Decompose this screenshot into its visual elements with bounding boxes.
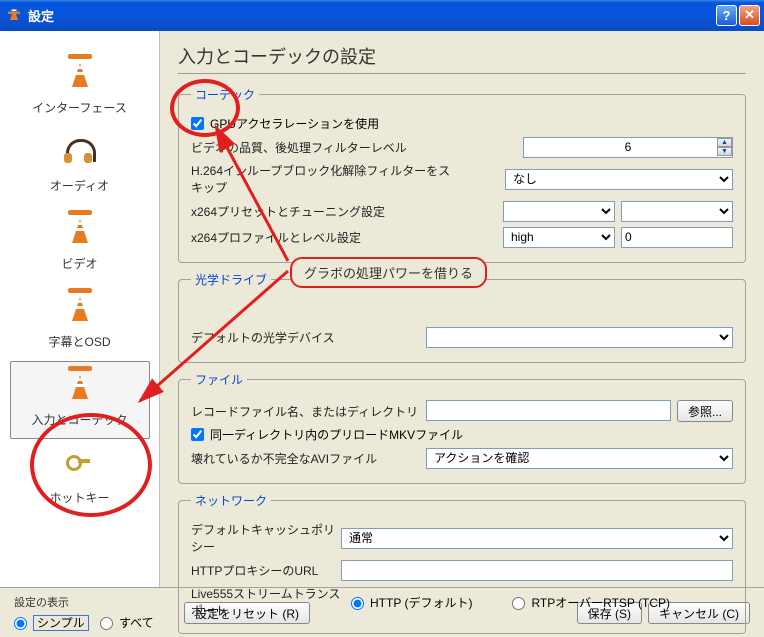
optical-fieldset: 光学ドライブ デフォルトの光学デバイス bbox=[178, 271, 746, 363]
sidebar-item-label: インターフェース bbox=[32, 99, 127, 116]
all-radio[interactable] bbox=[100, 617, 113, 630]
sidebar-item-video[interactable]: ビデオ bbox=[10, 205, 150, 283]
preload-mkv-label: 同一ディレクトリ内のプリロードMKVファイル bbox=[210, 426, 463, 443]
all-radio-label[interactable]: すべて bbox=[100, 616, 154, 630]
sidebar-item-hotkeys[interactable]: ホットキー bbox=[10, 439, 150, 517]
sidebar-item-audio[interactable]: オーディオ bbox=[10, 127, 150, 205]
optical-legend: 光学ドライブ bbox=[191, 271, 271, 288]
sidebar-item-label: 字幕とOSD bbox=[48, 333, 110, 350]
sidebar-item-label: オーディオ bbox=[50, 177, 109, 194]
video-icon bbox=[64, 217, 96, 249]
proxy-label: HTTPプロキシーのURL bbox=[191, 562, 341, 579]
codec-fieldset: コーデック GPUアクセラレーションを使用 ビデオの品質、後処理フィルターレベル… bbox=[178, 86, 746, 263]
main-panel: 入力とコーデックの設定 コーデック GPUアクセラレーションを使用 ビデオの品質… bbox=[160, 31, 764, 587]
close-button[interactable]: ✕ bbox=[739, 5, 760, 26]
proxy-input[interactable] bbox=[341, 560, 733, 581]
broken-avi-select[interactable]: アクションを確認 bbox=[426, 448, 733, 469]
sidebar: インターフェース オーディオ ビデオ 字幕とOSD 入力とコーデック ホットキー bbox=[0, 31, 160, 587]
h264-label: H.264インループブロック化解除フィルターをスキップ bbox=[191, 162, 451, 196]
sidebar-item-input-codecs[interactable]: 入力とコーデック bbox=[10, 361, 150, 439]
network-fieldset: ネットワーク デフォルトキャッシュポリシー 通常 HTTPプロキシーのURL L… bbox=[178, 492, 746, 634]
http-radio-label[interactable]: HTTP (デフォルト) bbox=[351, 594, 472, 611]
quality-input[interactable] bbox=[523, 137, 733, 158]
audio-icon bbox=[64, 139, 96, 171]
x264-profile-select[interactable]: high bbox=[503, 227, 615, 248]
cache-select[interactable]: 通常 bbox=[341, 528, 733, 549]
simple-radio-label[interactable]: シンプル bbox=[14, 616, 89, 630]
titlebar: 設定 ? ✕ bbox=[0, 0, 764, 30]
optical-device-select[interactable] bbox=[426, 327, 733, 348]
gpu-accel-label: GPUアクセラレーションを使用 bbox=[210, 115, 379, 132]
gpu-accel-checkbox[interactable] bbox=[191, 117, 204, 130]
sidebar-item-subtitles[interactable]: 字幕とOSD bbox=[10, 283, 150, 361]
input-icon bbox=[64, 373, 96, 405]
network-legend: ネットワーク bbox=[191, 492, 271, 509]
x264-preset-select-b[interactable] bbox=[621, 201, 733, 222]
record-label: レコードファイル名、またはディレクトリ bbox=[191, 403, 426, 420]
help-button[interactable]: ? bbox=[716, 5, 737, 26]
x264-preset-select-a[interactable] bbox=[503, 201, 615, 222]
optical-device-label: デフォルトの光学デバイス bbox=[191, 329, 426, 346]
app-icon bbox=[6, 7, 22, 23]
file-fieldset: ファイル レコードファイル名、またはディレクトリ 参照... 同一ディレクトリ内… bbox=[178, 371, 746, 484]
subtitles-icon bbox=[64, 295, 96, 327]
quality-label: ビデオの品質、後処理フィルターレベル bbox=[191, 139, 451, 156]
cache-label: デフォルトキャッシュポリシー bbox=[191, 521, 341, 555]
browse-button[interactable]: 参照... bbox=[677, 400, 733, 422]
http-radio[interactable] bbox=[351, 597, 364, 610]
interface-icon bbox=[64, 61, 96, 93]
h264-select[interactable]: なし bbox=[505, 169, 733, 190]
window-title: 設定 bbox=[28, 6, 716, 25]
broken-avi-label: 壊れているか不完全なAVIファイル bbox=[191, 450, 426, 467]
live555-label: Live555ストリームトランスポート bbox=[191, 585, 351, 619]
x264-profile-label: x264プロファイルとレベル設定 bbox=[191, 229, 451, 246]
show-settings-label: 設定の表示 bbox=[14, 594, 174, 610]
codec-legend: コーデック bbox=[191, 86, 259, 103]
x264-preset-label: x264プリセットとチューニング設定 bbox=[191, 203, 451, 220]
preload-mkv-checkbox[interactable] bbox=[191, 428, 204, 441]
rtsp-radio-label[interactable]: RTPオーバーRTSP (TCP) bbox=[512, 594, 670, 611]
sidebar-item-interface[interactable]: インターフェース bbox=[10, 49, 150, 127]
spin-down-button[interactable]: ▼ bbox=[717, 147, 732, 156]
file-legend: ファイル bbox=[191, 371, 247, 388]
record-path-input[interactable] bbox=[426, 400, 671, 421]
sidebar-item-label: ビデオ bbox=[61, 255, 97, 272]
hotkeys-icon bbox=[64, 451, 96, 483]
x264-level-input[interactable] bbox=[621, 227, 733, 248]
sidebar-item-label: 入力とコーデック bbox=[31, 411, 127, 428]
sidebar-item-label: ホットキー bbox=[49, 489, 109, 506]
rtsp-radio[interactable] bbox=[512, 597, 525, 610]
page-title: 入力とコーデックの設定 bbox=[178, 43, 746, 74]
spin-up-button[interactable]: ▲ bbox=[717, 138, 732, 147]
simple-radio[interactable] bbox=[14, 617, 27, 630]
